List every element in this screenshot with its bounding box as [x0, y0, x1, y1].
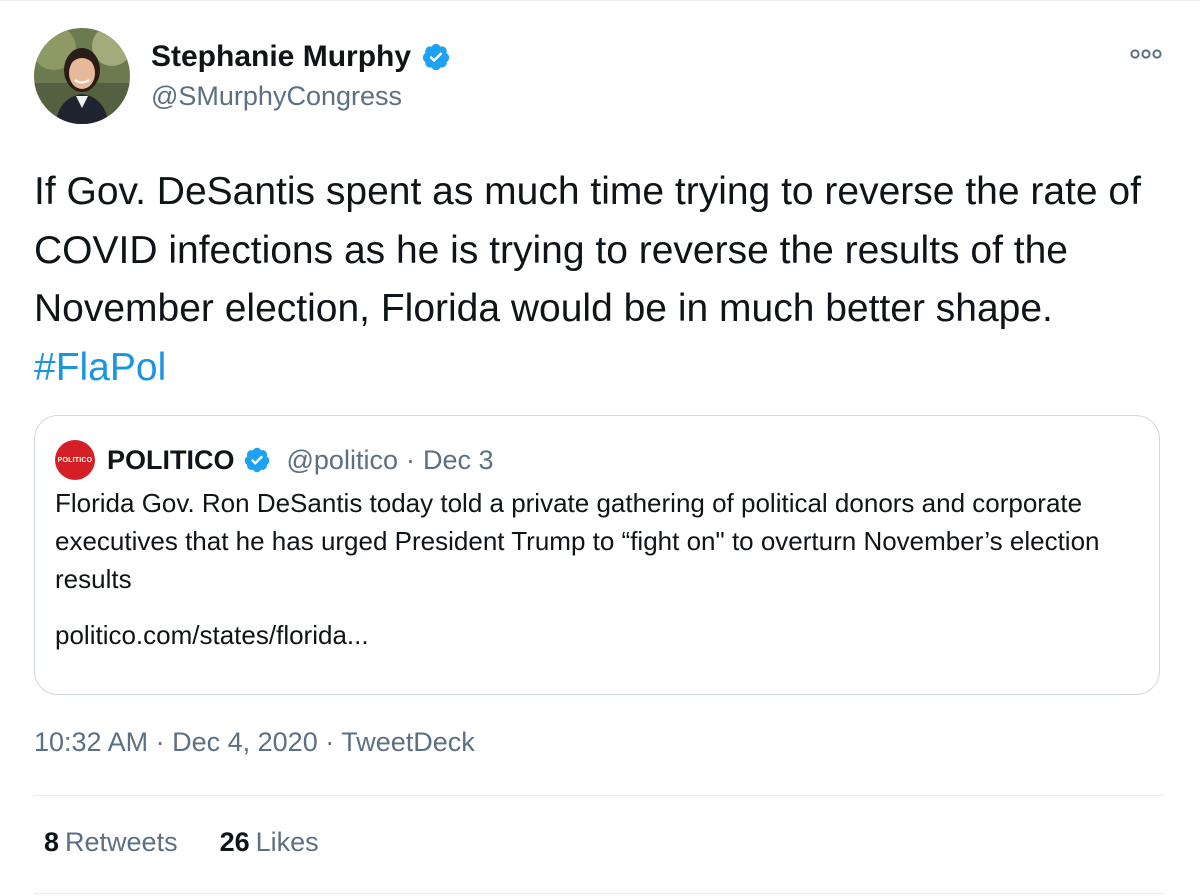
- quoted-tweet-header: POLITICO POLITICO @politico · Dec 3: [55, 440, 494, 480]
- tweet-body: If Gov. DeSantis spent as much time tryi…: [34, 170, 1141, 330]
- timestamp-separator: ·: [325, 727, 335, 757]
- likes-stat[interactable]: 26 Likes: [220, 827, 319, 858]
- engagement-stats: 8 Retweets 26 Likes: [44, 827, 319, 858]
- author-avatar[interactable]: [34, 28, 130, 124]
- divider: [34, 893, 1164, 894]
- quoted-separator: ·: [405, 444, 415, 475]
- tweet-date[interactable]: Dec 4, 2020: [172, 727, 318, 757]
- tweet-time[interactable]: 10:32 AM: [34, 727, 148, 757]
- quoted-date: Dec 3: [422, 444, 494, 475]
- tweet-card: Stephanie Murphy @SMurphyCongress If Gov…: [0, 0, 1200, 896]
- retweets-label: Retweets: [65, 827, 178, 857]
- quoted-display-name: POLITICO: [107, 444, 235, 475]
- tweet-timestamp-row: 10:32 AM · Dec 4, 2020 · TweetDeck: [34, 727, 475, 758]
- author-name-row: Stephanie Murphy: [151, 40, 451, 74]
- verified-badge-icon: [243, 446, 271, 474]
- likes-count: 26: [219, 827, 250, 857]
- verified-badge-icon: [421, 42, 451, 72]
- tweet-text: If Gov. DeSantis spent as much time tryi…: [34, 163, 1164, 397]
- tweet-source[interactable]: TweetDeck: [341, 727, 475, 757]
- quoted-tweet-text: Florida Gov. Ron DeSantis today told a p…: [55, 488, 1100, 594]
- timestamp-separator: ·: [155, 727, 165, 757]
- hashtag-link[interactable]: #FlaPol: [34, 346, 166, 389]
- quoted-tweet-link[interactable]: politico.com/states/florida...: [55, 616, 369, 654]
- divider: [34, 795, 1164, 796]
- politico-logo: POLITICO: [55, 440, 95, 480]
- more-options-icon[interactable]: [1130, 45, 1162, 63]
- quoted-tweet-card[interactable]: POLITICO POLITICO @politico · Dec 3 Flor…: [34, 415, 1160, 695]
- retweets-count: 8: [44, 827, 60, 857]
- quoted-handle: @politico: [286, 444, 398, 475]
- retweets-stat[interactable]: 8 Retweets: [44, 827, 178, 858]
- likes-label: Likes: [255, 827, 319, 857]
- author-handle[interactable]: @SMurphyCongress: [151, 81, 402, 112]
- author-display-name[interactable]: Stephanie Murphy: [151, 40, 411, 74]
